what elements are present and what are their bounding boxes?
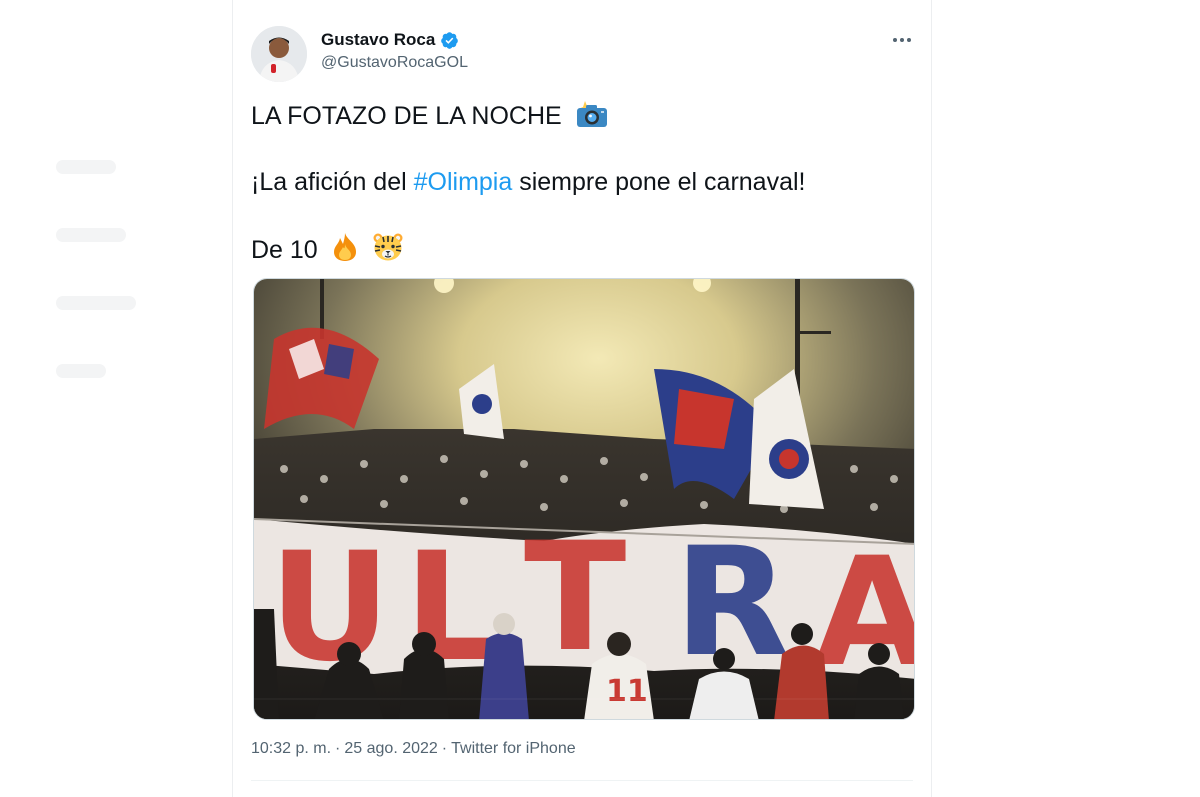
tweet-text-segment: siempre pone el carnaval! (512, 168, 806, 196)
tweet-metadata: 10:32 p. m. · 25 ago. 2022 · Twitter for… (251, 740, 576, 758)
verified-badge-icon (441, 31, 459, 49)
more-options-icon[interactable] (891, 30, 913, 50)
author-row: Gustavo Roca (321, 30, 459, 50)
tweet-text-line-1: LA FOTAZO DE LA NOCHE (251, 100, 609, 131)
tweet-date[interactable]: 25 ago. 2022 (344, 740, 437, 758)
meta-separator: · (441, 740, 448, 757)
tweet-text-line-2: ¡La afición del #Olimpia siempre pone el… (251, 168, 805, 197)
tweet-text-segment: ¡La afición del (251, 168, 414, 196)
meta-separator: · (335, 740, 341, 757)
shirt-number: 11 (606, 674, 648, 709)
fire-icon (333, 233, 356, 261)
background-sidebar (0, 0, 232, 797)
author-handle[interactable]: @GustavoRocaGOL (321, 54, 468, 72)
tweet-rating: De 10 (251, 236, 318, 264)
divider (251, 780, 913, 781)
author-name[interactable]: Gustavo Roca (321, 30, 435, 50)
tweet-card: Gustavo Roca @GustavoRocaGOL LA FOTAZO D… (232, 0, 932, 797)
hashtag-link[interactable]: #Olimpia (414, 168, 513, 196)
tweet-time[interactable]: 10:32 p. m. (251, 740, 331, 758)
tweet-headline: LA FOTAZO DE LA NOCHE (251, 102, 562, 130)
tiger-face-icon (373, 233, 403, 261)
tweet-source[interactable]: Twitter for iPhone (451, 740, 576, 758)
avatar[interactable] (251, 26, 307, 82)
tweet-photo[interactable]: U L T R A (253, 278, 915, 720)
camera-flash-icon (576, 101, 607, 127)
stadium-crowd-photo: U L T R A (254, 279, 914, 719)
tweet-text-line-3: De 10 (251, 232, 404, 265)
